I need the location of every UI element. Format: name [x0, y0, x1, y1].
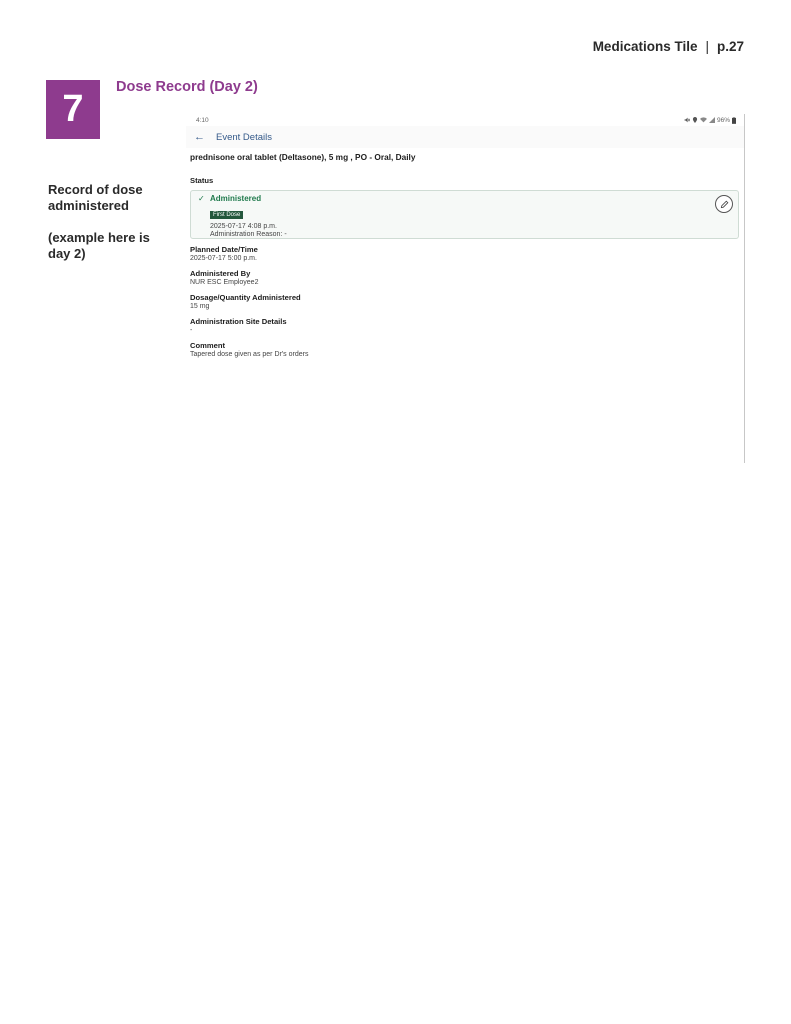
app-bar-title: Event Details [216, 131, 272, 143]
status-card: ✓ Administered First Dose 2025-07-17 4:0… [190, 190, 739, 239]
arrow-left-icon[interactable]: ← [194, 131, 208, 143]
field-value: NUR ESC Employee2 [190, 279, 259, 286]
page-number: p.27 [716, 39, 744, 54]
site-details-field: Administration Site Details - [190, 317, 739, 334]
dosage-field: Dosage/Quantity Administered 15 mg [190, 293, 739, 310]
battery-level: 96% [716, 116, 730, 124]
first-dose-badge: First Dose [210, 211, 244, 219]
status-label: Status [190, 176, 214, 185]
side-note-description: Record of dose administered [48, 182, 143, 213]
page-header: Medications Tile | p.27 [593, 39, 744, 54]
field-label: Administered By [190, 269, 251, 278]
administered-datetime: 2025-07-17 4:08 p.m. [210, 223, 277, 230]
device-screenshot: 4:10 96% ← Event Details prednisone oral… [186, 114, 745, 463]
wifi-icon [699, 117, 707, 123]
check-icon: ✓ [198, 194, 205, 203]
administration-reason: Administration Reason: - [210, 231, 287, 238]
mute-icon [684, 117, 690, 123]
device-status-bar: 4:10 96% [186, 114, 744, 126]
side-note: Record of dose administered (example her… [48, 182, 168, 262]
header-separator: | [705, 39, 709, 54]
planned-datetime-field: Planned Date/Time 2025-07-17 5:00 p.m. [190, 245, 739, 262]
section-title: Dose Record (Day 2) [116, 79, 258, 95]
field-label: Dosage/Quantity Administered [190, 293, 301, 302]
event-details-content: prednisone oral tablet (Deltasone), 5 mg… [186, 152, 744, 358]
medication-title: prednisone oral tablet (Deltasone), 5 mg… [190, 152, 416, 162]
edit-button[interactable] [715, 195, 733, 213]
status-icons: 96% [684, 117, 736, 124]
pencil-icon [720, 200, 728, 208]
app-bar: ← Event Details [186, 126, 744, 148]
location-icon [692, 117, 698, 123]
field-value: Tapered dose given as per Dr's orders [190, 351, 309, 358]
field-label: Comment [190, 341, 226, 350]
status-value: Administered [210, 194, 262, 203]
field-label: Planned Date/Time [190, 245, 258, 254]
administered-by-field: Administered By NUR ESC Employee2 [190, 269, 739, 286]
field-label: Administration Site Details [190, 317, 287, 326]
field-value: 15 mg [190, 303, 210, 310]
status-time: 4:10 [196, 116, 209, 124]
comment-field: Comment Tapered dose given as per Dr's o… [190, 341, 739, 358]
signal-icon [708, 117, 715, 123]
field-value: 2025-07-17 5:00 p.m. [190, 255, 257, 262]
field-value: - [190, 327, 193, 334]
tile-name: Medications Tile [592, 39, 698, 54]
status-row: ✓ Administered [198, 194, 738, 203]
side-note-example: (example here is day 2) [48, 230, 150, 261]
step-number-box: 7 [46, 80, 100, 139]
battery-icon [732, 116, 736, 124]
